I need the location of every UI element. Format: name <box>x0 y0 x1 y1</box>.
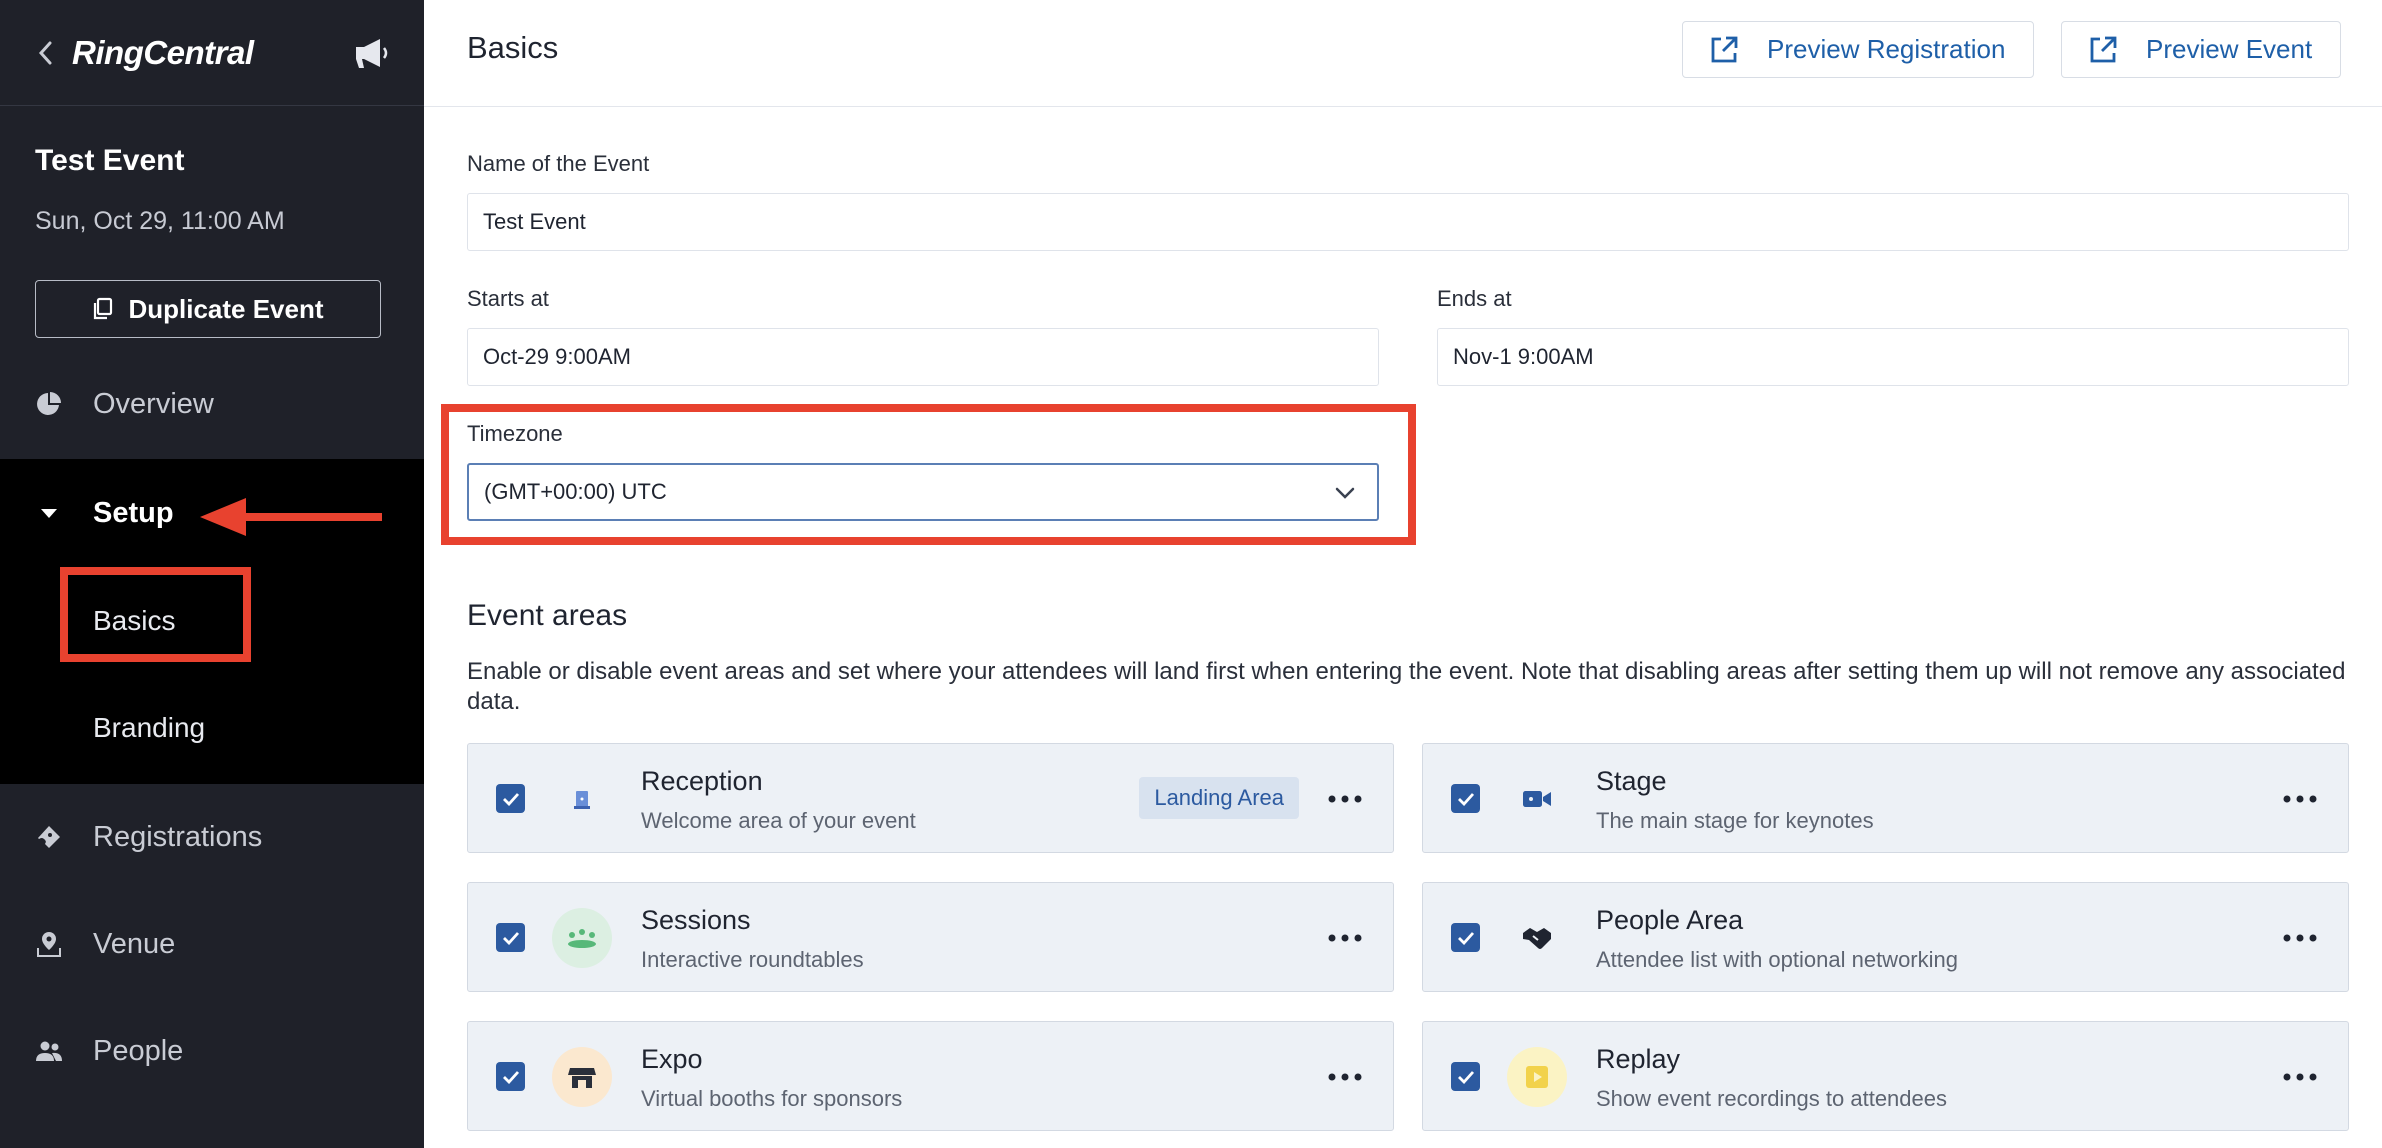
timezone-select[interactable]: (GMT+00:00) UTC <box>467 463 1379 521</box>
area-card-people: People Area Attendee list with optional … <box>1422 882 2349 992</box>
area-description: Interactive roundtables <box>641 947 864 972</box>
area-name: Replay <box>1596 1044 1681 1074</box>
starts-at-value: Oct-29 9:00AM <box>483 344 631 369</box>
ends-at-value: Nov-1 9:00AM <box>1453 344 1594 369</box>
preview-event-button[interactable]: Preview Event <box>2061 21 2342 78</box>
area-description: Show event recordings to attendees <box>1596 1086 1948 1111</box>
area-name: Stage <box>1596 766 1667 796</box>
area-card-sessions: Sessions Interactive roundtables <box>467 882 1394 992</box>
people-icon <box>35 1037 63 1065</box>
expo-checkbox[interactable] <box>496 1062 525 1091</box>
area-description: The main stage for keynotes <box>1596 808 1874 833</box>
event-name-label: Name of the Event <box>467 151 650 176</box>
ticket-icon <box>35 823 63 851</box>
replay-icon <box>1507 1047 1567 1107</box>
sidebar-item-label: Registrations <box>93 820 263 853</box>
area-card-reception: Reception Welcome area of your event Lan… <box>467 743 1394 853</box>
brand-logo[interactable]: RingCentral <box>72 34 350 72</box>
top-bar: Basics Preview Registration Preview Even… <box>424 0 2382 107</box>
booth-icon <box>552 1047 612 1107</box>
area-name: People Area <box>1596 905 1744 935</box>
replay-checkbox[interactable] <box>1451 1062 1480 1091</box>
more-options-icon[interactable] <box>1325 1062 1365 1092</box>
starts-at-label: Starts at <box>467 286 549 311</box>
sidebar-item-label: Venue <box>93 927 176 960</box>
handshake-icon <box>1507 908 1567 968</box>
duplicate-event-label: Duplicate Event <box>128 293 324 324</box>
preview-registration-button[interactable]: Preview Registration <box>1682 21 2035 78</box>
video-camera-icon <box>1507 769 1567 829</box>
ends-at-field[interactable]: Nov-1 9:00AM <box>1437 328 2349 386</box>
sidebar-item-venue[interactable]: Venue <box>0 890 424 998</box>
area-card-replay: Replay Show event recordings to attendee… <box>1422 1021 2349 1131</box>
copy-icon <box>92 297 114 321</box>
landing-area-badge: Landing Area <box>1139 777 1299 819</box>
sidebar: RingCentral Test Event Sun, Oct 29, 11:0… <box>0 0 424 1148</box>
preview-event-label: Preview Event <box>2146 34 2313 64</box>
setup-section: Setup Basics Branding <box>0 459 424 784</box>
external-link-icon <box>1709 35 1739 65</box>
main-content: Basics Preview Registration Preview Even… <box>424 0 2382 1148</box>
pie-chart-icon <box>35 390 63 418</box>
area-name: Expo <box>641 1044 703 1074</box>
reception-icon <box>552 769 612 829</box>
sidebar-item-overview[interactable]: Overview <box>0 350 424 458</box>
event-name-field[interactable]: Test Event <box>467 193 2349 251</box>
chevron-down-icon <box>1335 479 1355 505</box>
duplicate-event-button[interactable]: Duplicate Event <box>35 280 381 338</box>
megaphone-icon[interactable] <box>350 31 394 75</box>
starts-at-field[interactable]: Oct-29 9:00AM <box>467 328 1379 386</box>
sidebar-item-setup[interactable]: Setup <box>0 459 424 567</box>
event-title: Test Event <box>35 144 185 177</box>
sidebar-header: RingCentral <box>0 0 424 106</box>
sidebar-item-label: Setup <box>93 496 174 529</box>
sessions-checkbox[interactable] <box>496 923 525 952</box>
caret-down-icon <box>41 508 57 518</box>
more-options-icon[interactable] <box>2280 923 2320 953</box>
sidebar-item-label: Overview <box>93 387 214 420</box>
timezone-label: Timezone <box>467 421 563 446</box>
stage-checkbox[interactable] <box>1451 784 1480 813</box>
people-area-checkbox[interactable] <box>1451 923 1480 952</box>
reception-checkbox[interactable] <box>496 784 525 813</box>
area-card-stage: Stage The main stage for keynotes <box>1422 743 2349 853</box>
sidebar-item-people[interactable]: People <box>0 997 424 1105</box>
ends-at-label: Ends at <box>1437 286 1512 311</box>
back-chevron-icon[interactable] <box>32 40 58 66</box>
preview-registration-label: Preview Registration <box>1767 34 2006 64</box>
event-areas-description: Enable or disable event areas and set wh… <box>467 658 2346 715</box>
event-name-value: Test Event <box>483 209 586 234</box>
map-pin-icon <box>35 930 63 958</box>
more-options-icon[interactable] <box>1325 923 1365 953</box>
area-name: Reception <box>641 766 763 796</box>
timezone-value: (GMT+00:00) UTC <box>484 479 667 504</box>
sidebar-item-label: People <box>93 1034 184 1067</box>
sidebar-subitem-basics[interactable]: Basics <box>93 605 175 637</box>
event-date: Sun, Oct 29, 11:00 AM <box>35 207 285 235</box>
event-areas-title: Event areas <box>467 599 628 632</box>
area-description: Welcome area of your event <box>641 808 916 833</box>
area-card-expo: Expo Virtual booths for sponsors <box>467 1021 1394 1131</box>
area-description: Attendee list with optional networking <box>1596 947 1958 972</box>
area-name: Sessions <box>641 905 751 935</box>
external-link-icon <box>2088 35 2118 65</box>
more-options-icon[interactable] <box>2280 784 2320 814</box>
roundtable-icon <box>552 908 612 968</box>
area-description: Virtual booths for sponsors <box>641 1086 903 1111</box>
page-title: Basics <box>467 30 559 65</box>
sidebar-subitem-branding[interactable]: Branding <box>93 712 205 744</box>
more-options-icon[interactable] <box>2280 1062 2320 1092</box>
sidebar-item-registrations[interactable]: Registrations <box>0 783 424 891</box>
more-options-icon[interactable] <box>1325 784 1365 814</box>
